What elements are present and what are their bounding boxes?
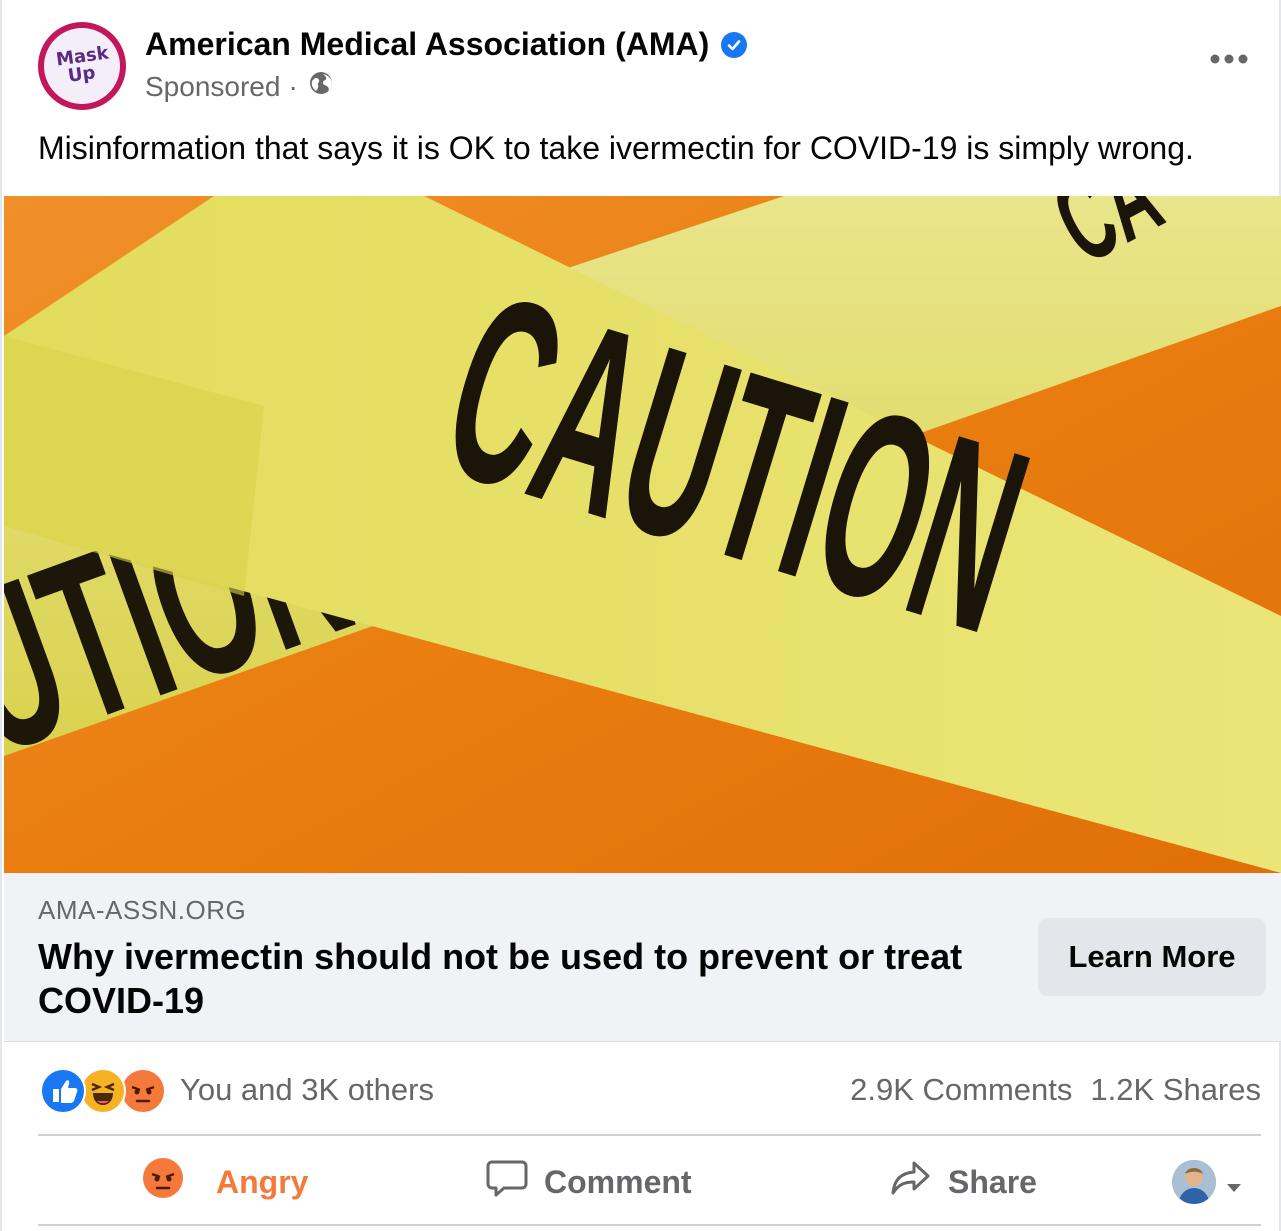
sponsored-label[interactable]: Sponsored <box>145 71 280 103</box>
learn-more-button[interactable]: Learn More <box>1038 918 1266 996</box>
more-options-icon[interactable] <box>1209 52 1249 71</box>
globe-icon <box>308 70 334 103</box>
share-label: Share <box>948 1163 1037 1200</box>
react-label: Angry <box>216 1163 309 1200</box>
profile-selector[interactable] <box>1172 1140 1258 1224</box>
verified-badge-icon <box>721 31 748 58</box>
dot-separator: · <box>288 70 298 102</box>
link-domain: AMA-ASSN.ORG <box>38 895 247 925</box>
link-preview[interactable]: AMA-ASSN.ORG Why ivermectin should not b… <box>4 873 1281 1042</box>
reacted-by-label[interactable]: You and 3K others <box>180 1072 434 1108</box>
caution-tape-photo: CA UTION CAUTION <box>4 196 1281 873</box>
user-avatar <box>1172 1160 1216 1204</box>
haha-reaction-icon <box>80 1068 126 1114</box>
react-button[interactable]: Angry <box>142 1140 308 1224</box>
action-bar: Angry Comment Share <box>38 1140 1261 1224</box>
divider <box>38 1134 1261 1136</box>
post-caption: Misinformation that says it is OK to tak… <box>38 130 1194 166</box>
page-name-link[interactable]: American Medical Association (AMA) <box>145 26 709 63</box>
post-card: Mask Up American Medical Association (AM… <box>0 0 1281 1231</box>
angry-reaction-icon <box>120 1068 166 1114</box>
page-avatar[interactable]: Mask Up <box>38 22 126 110</box>
post-image[interactable]: CA UTION CAUTION <box>4 196 1281 873</box>
reaction-summary[interactable] <box>40 1068 166 1114</box>
link-title[interactable]: Why ivermectin should not be used to pre… <box>38 935 998 1023</box>
engagement-counts: You and 3K others 2.9K Comments 1.2K Sha… <box>38 1062 1261 1118</box>
post-header: Mask Up American Medical Association (AM… <box>38 22 1249 112</box>
share-button[interactable]: Share <box>890 1140 1037 1224</box>
comment-label: Comment <box>544 1163 692 1200</box>
avatar-text-up: Up <box>66 62 98 87</box>
angry-icon <box>142 1157 200 1207</box>
comment-button[interactable]: Comment <box>486 1140 692 1224</box>
comments-count[interactable]: 2.9K Comments <box>850 1072 1072 1108</box>
share-icon <box>890 1159 948 1205</box>
comment-icon <box>486 1158 544 1206</box>
like-reaction-icon <box>40 1068 86 1114</box>
chevron-down-icon <box>1226 1164 1258 1201</box>
shares-count[interactable]: 1.2K Shares <box>1090 1072 1261 1108</box>
bottom-divider <box>38 1224 1261 1226</box>
